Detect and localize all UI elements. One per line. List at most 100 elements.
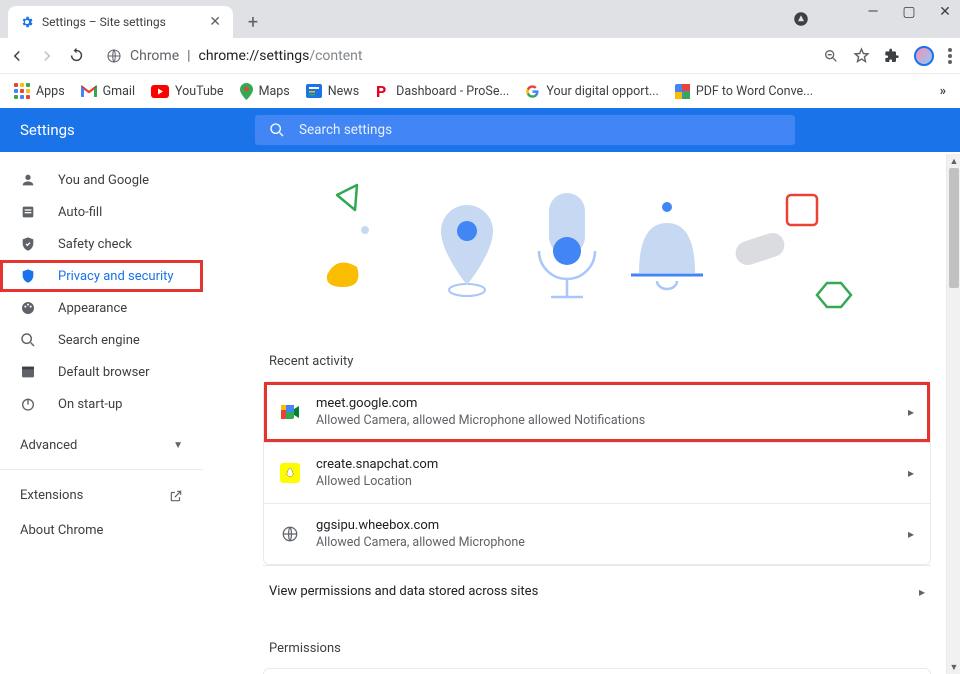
maximize-button[interactable]: ▢ — [900, 4, 918, 20]
sidebar-item-you-and-google[interactable]: You and Google — [0, 164, 203, 196]
tab-title: Settings – Site settings — [42, 15, 166, 29]
chevron-right-icon: ▸ — [908, 527, 914, 541]
chevron-right-icon: ▸ — [919, 585, 925, 599]
new-tab-button[interactable]: + — [239, 8, 267, 36]
site-row-meet[interactable]: meet.google.com Allowed Camera, allowed … — [264, 382, 930, 442]
bookmark-label: Apps — [36, 84, 65, 99]
bookmark-pdf[interactable]: PDF to Word Conve... — [675, 84, 813, 99]
bookmark-apps[interactable]: Apps — [14, 83, 65, 99]
appearance-icon — [20, 300, 38, 316]
recent-activity-card: meet.google.com Allowed Camera, allowed … — [263, 381, 931, 565]
bookmark-label: News — [328, 84, 359, 99]
window-controls: — ▢ ✕ — [864, 4, 954, 20]
browser-tab[interactable]: Settings – Site settings ✕ — [8, 6, 233, 38]
site-desc: Allowed Camera, allowed Microphone — [316, 535, 525, 550]
site-desc: Allowed Camera, allowed Microphone allow… — [316, 413, 645, 428]
bookmark-gmail[interactable]: Gmail — [81, 84, 135, 99]
pdf-icon — [675, 84, 690, 99]
bookmarks-bar: Apps Gmail YouTube Maps News P Dashboard… — [0, 74, 960, 108]
toolbar-right — [823, 46, 952, 66]
search-icon — [269, 122, 285, 138]
reload-button[interactable] — [68, 47, 88, 64]
recent-activity-title: Recent activity — [263, 338, 931, 381]
sidebar-item-search-engine[interactable]: Search engine — [0, 324, 203, 356]
sidebar-label: Appearance — [58, 301, 127, 316]
power-icon — [20, 396, 38, 412]
search-input[interactable] — [299, 122, 781, 138]
close-window-button[interactable]: ✕ — [936, 4, 954, 20]
bookmark-news[interactable]: News — [306, 84, 359, 99]
sidebar-label: Search engine — [58, 333, 140, 348]
sidebar-item-autofill[interactable]: Auto-fill — [0, 196, 203, 228]
scroll-thumb[interactable] — [949, 168, 959, 288]
browser-icon — [20, 364, 38, 380]
bookmark-dashboard[interactable]: P Dashboard - ProSe... — [375, 84, 509, 99]
tab-close-icon[interactable]: ✕ — [209, 14, 221, 30]
extensions-icon[interactable] — [884, 48, 900, 64]
sidebar-item-safety[interactable]: Safety check — [0, 228, 203, 260]
menu-icon[interactable] — [948, 48, 952, 64]
meet-icon — [280, 402, 300, 422]
avatar[interactable] — [914, 46, 934, 66]
view-all-permissions[interactable]: View permissions and data stored across … — [263, 565, 931, 617]
permission-row-location[interactable]: Location ▸ — [264, 669, 930, 674]
sidebar-label: Privacy and security — [58, 269, 174, 284]
profile-indicator-icon[interactable] — [792, 10, 810, 28]
news-icon — [306, 84, 322, 98]
site-row-snapchat[interactable]: create.snapchat.com Allowed Location ▸ — [264, 442, 930, 503]
sidebar-label: Default browser — [58, 365, 150, 380]
address-bar: Chrome | chrome://settings/content — [0, 38, 960, 74]
sidebar-item-startup[interactable]: On start-up — [0, 388, 203, 420]
sidebar-label: Auto-fill — [58, 205, 102, 220]
forward-button[interactable] — [38, 47, 58, 65]
sidebar-item-privacy[interactable]: Privacy and security — [0, 260, 203, 292]
shield-icon — [20, 268, 38, 284]
divider — [0, 469, 203, 470]
sidebar-advanced[interactable]: Advanced ▼ — [0, 420, 203, 461]
chevron-right-icon: ▸ — [908, 405, 914, 419]
scroll-down-icon[interactable]: ▼ — [947, 660, 960, 674]
sidebar-item-default-browser[interactable]: Default browser — [0, 356, 203, 388]
star-icon[interactable] — [853, 47, 870, 64]
link-label: View permissions and data stored across … — [269, 584, 538, 599]
bookmark-digital[interactable]: Your digital opport... — [525, 84, 658, 99]
secure-label: Chrome — [130, 48, 179, 64]
settings-header: Settings — [0, 108, 960, 152]
omnibox[interactable]: Chrome | chrome://settings/content — [98, 48, 370, 64]
site-row-wheebox[interactable]: ggsipu.wheebox.com Allowed Camera, allow… — [264, 503, 930, 564]
zoom-icon[interactable] — [823, 48, 839, 64]
external-link-icon — [169, 489, 183, 503]
snapchat-icon — [280, 463, 300, 483]
sidebar-label: About Chrome — [20, 523, 103, 538]
scroll-up-icon[interactable]: ▲ — [947, 154, 960, 168]
safety-icon — [20, 236, 38, 252]
search-settings[interactable] — [255, 115, 795, 145]
bookmarks-overflow[interactable]: » — [940, 84, 946, 99]
bookmark-label: Gmail — [103, 84, 135, 99]
site-info-icon[interactable] — [106, 48, 122, 64]
minimize-button[interactable]: — — [864, 4, 882, 20]
sidebar-label: You and Google — [58, 173, 149, 188]
site-host: ggsipu.wheebox.com — [316, 518, 525, 533]
maps-icon — [240, 83, 253, 100]
sidebar-label: Safety check — [58, 237, 132, 252]
autofill-icon — [20, 204, 38, 220]
url-prefix: chrome://settings — [199, 48, 310, 64]
sidebar-label: Advanced — [20, 438, 77, 453]
content-gutter — [203, 152, 257, 674]
permissions-card: Location ▸ — [263, 668, 931, 674]
settings-title: Settings — [0, 121, 255, 139]
globe-icon — [280, 524, 300, 544]
back-button[interactable] — [8, 47, 28, 65]
bookmark-youtube[interactable]: YouTube — [151, 84, 224, 99]
person-icon — [20, 172, 38, 188]
sidebar-extensions[interactable]: Extensions — [0, 478, 203, 513]
url-suffix: /content — [309, 48, 362, 64]
separator: | — [187, 48, 190, 64]
page-scrollbar[interactable]: ▲ ▼ — [946, 154, 960, 674]
google-icon — [525, 84, 540, 99]
sidebar-item-appearance[interactable]: Appearance — [0, 292, 203, 324]
sidebar-about[interactable]: About Chrome — [0, 513, 203, 548]
sidebar-label: On start-up — [58, 397, 122, 412]
bookmark-maps[interactable]: Maps — [240, 83, 290, 100]
